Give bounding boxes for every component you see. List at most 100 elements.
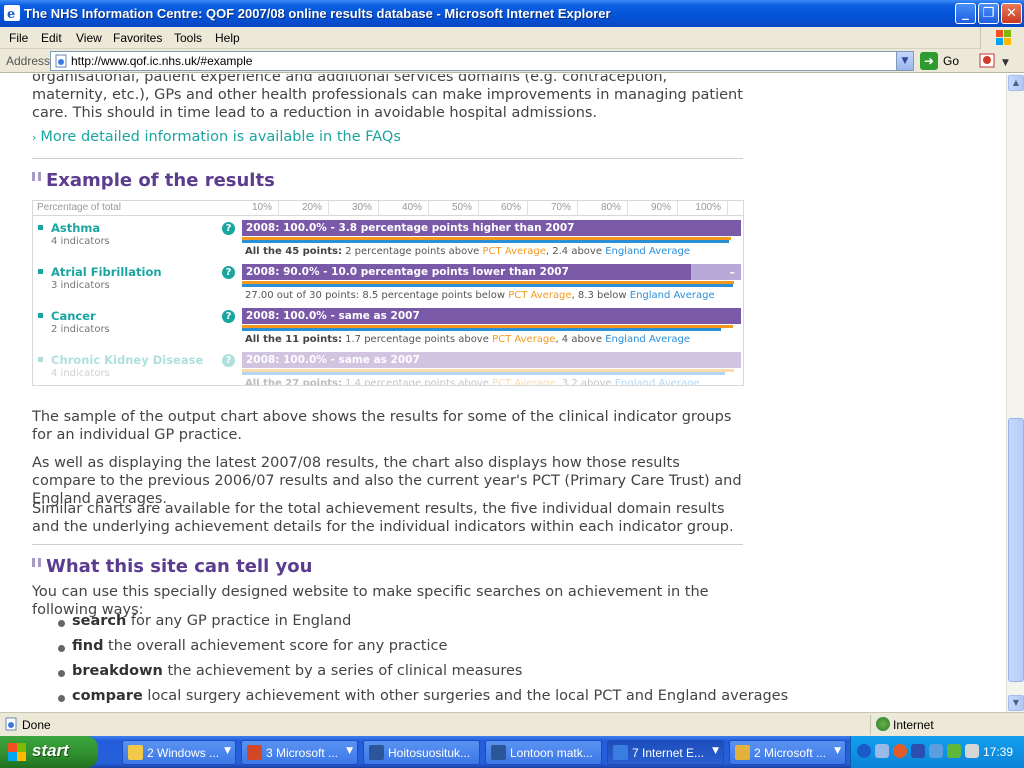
result-bar[interactable]: 2008: 100.0% - same as 2007 [242,352,741,368]
menu-help[interactable]: Help [215,31,240,45]
tick-label: 100% [695,202,721,213]
word-icon [491,745,506,760]
detail-text: 1.7 percentage points above [341,334,493,345]
detail-text: 1.4 percentage points above [341,378,493,386]
england-average-link[interactable]: England Average [630,290,715,301]
tick-label: 60% [500,202,521,213]
chart-header: Percentage of total 10% 20% 30% 40% 50% 60% 70… [33,201,743,216]
detail-text: 2 percentage points above [341,246,483,257]
list-text: the overall achievement score for any pr… [103,638,448,654]
scrollbar-thumb[interactable] [1008,418,1024,682]
menu-tools[interactable]: Tools [174,31,202,45]
faq-link-text: More detailed information is available i… [40,129,401,145]
minimize-button[interactable]: _ [955,3,976,24]
bar-detail: 27.00 out of 30 points: 8.5 percentage p… [245,290,715,301]
taskbar-item[interactable]: 3 Microsoft ... ▼ [241,740,358,765]
taskbar-item[interactable]: Lontoon matk... [485,740,602,765]
zone-label: Internet [893,718,934,732]
list-keyword: search [72,613,127,629]
toolbar-extension-icon[interactable]: ▼ [978,52,1018,70]
divider [32,158,743,159]
gridline [278,201,279,216]
help-icon[interactable]: ? [222,266,235,279]
tick-label: 10% [251,202,272,213]
tick-label: 20% [301,202,322,213]
pct-average-link[interactable]: PCT Average [508,290,571,301]
result-bar[interactable]: 2008: 100.0% - 3.8 percentage points hig… [242,220,741,236]
example-heading-text: Example of the results [46,170,275,191]
taskbar: start 2 Windows ... ▼ 3 Microsoft ... ▼ Ho… [0,736,1024,768]
powerpoint-icon [247,745,262,760]
list-keyword: compare [72,688,143,704]
pct-average-link[interactable]: PCT Average [492,334,555,345]
england-average-link[interactable]: England Average [605,334,690,345]
chevron-down-icon: ▼ [224,746,231,756]
maximize-button[interactable]: ❐ [978,3,999,24]
tray-app-icon[interactable] [893,744,907,758]
bluetooth-icon[interactable] [911,744,925,758]
england-average-link[interactable]: England Average [615,378,700,385]
help-icon[interactable]: ? [222,354,235,367]
chevron-down-icon: ▼ [346,746,353,756]
england-average-link[interactable]: England Average [605,246,690,257]
indicator-group-link[interactable]: Atrial Fibrillation [38,265,162,279]
taskbar-item-label: Lontoon matk... [510,746,593,760]
window-title: The NHS Information Centre: QOF 2007/08 … [24,6,611,21]
menu-view[interactable]: View [76,31,102,45]
taskbar-item[interactable]: 2 Windows ... ▼ [122,740,236,765]
chart-row[interactable]: Asthma4 indicators?+2008: 100.0% - 3.8 p… [33,217,743,261]
taskbar-item-label: 2 Windows ... [147,746,220,760]
menu-file[interactable]: File [9,31,28,45]
indicator-group-link[interactable]: Chronic Kidney Disease [37,353,203,367]
taskbar-item-active[interactable]: 7 Internet E... ▼ [607,740,724,765]
list-keyword: breakdown [72,663,163,679]
result-bar[interactable]: 2008: 90.0% - 10.0 percentage points low… [242,264,691,280]
scroll-down-icon[interactable]: ▼ [1008,695,1024,711]
address-dropdown-icon[interactable]: ▼ [896,52,913,70]
pct-average-link[interactable]: PCT Average [483,246,546,257]
tray-expand-icon[interactable] [857,744,871,758]
start-button[interactable]: start [0,736,98,768]
england-average-bar [242,372,725,375]
tray-app-icon[interactable] [929,744,943,758]
tick-label: 50% [451,202,472,213]
england-average-bar [242,284,733,287]
go-button[interactable]: ➜ Go [920,52,970,70]
chart-axis-label: Percentage of total [37,202,121,213]
tick-label: 80% [600,202,621,213]
wireless-icon[interactable] [947,744,961,758]
volume-icon[interactable] [965,744,979,758]
tick-label: 70% [550,202,571,213]
help-icon[interactable]: ? [222,310,235,323]
indicator-group-link[interactable]: Cancer [38,309,96,323]
close-button[interactable]: ✕ [1001,3,1022,24]
menu-edit[interactable]: Edit [41,31,62,45]
address-input[interactable]: http://www.qof.ic.nhs.uk/#example ▼ [50,51,914,71]
menu-favorites[interactable]: Favorites [113,31,162,45]
bar-detail: All the 27 points: 1.4 percentage points… [245,378,700,386]
indicator-group-link[interactable]: Asthma [37,221,100,235]
site-heading: What this site can tell you [32,556,312,577]
chart-row[interactable]: Chronic Kidney Disease4 indicators?=2008… [33,349,743,386]
tick-label: 30% [351,202,372,213]
help-icon[interactable]: ? [222,222,235,235]
faq-link[interactable]: › More detailed information is available … [32,129,401,145]
taskbar-item[interactable]: Hoitosuosituk... [363,740,480,765]
chart-row[interactable]: Atrial Fibrillation 3 indicators? – 2008: 9… [33,261,743,305]
bar-detail: All the 11 points: 1.7 percentage points… [245,334,690,345]
pct-average-link[interactable]: PCT Average [492,378,555,385]
result-bar[interactable]: 2008: 100.0% - same as 2007 [242,308,741,324]
chart-row[interactable]: Cancer2 indicators?=2008: 100.0% - same … [33,305,743,349]
tray-app-icon[interactable] [875,744,889,758]
indicator-count: 2 indicators [51,324,110,335]
title-bar[interactable]: e The NHS Information Centre: QOF 2007/0… [0,0,1024,27]
windows-flag-icon [8,743,26,761]
england-average-bar [242,240,729,243]
vertical-scrollbar[interactable]: ▲ ▼ [1006,74,1024,712]
clock: 17:39 [983,745,1014,759]
page-done-icon [5,717,17,731]
detail-text: , 4 above [555,334,606,345]
taskbar-item[interactable]: 2 Microsoft ... ▼ [729,740,846,765]
scroll-up-icon[interactable]: ▲ [1008,75,1024,91]
go-label: Go [943,54,960,68]
